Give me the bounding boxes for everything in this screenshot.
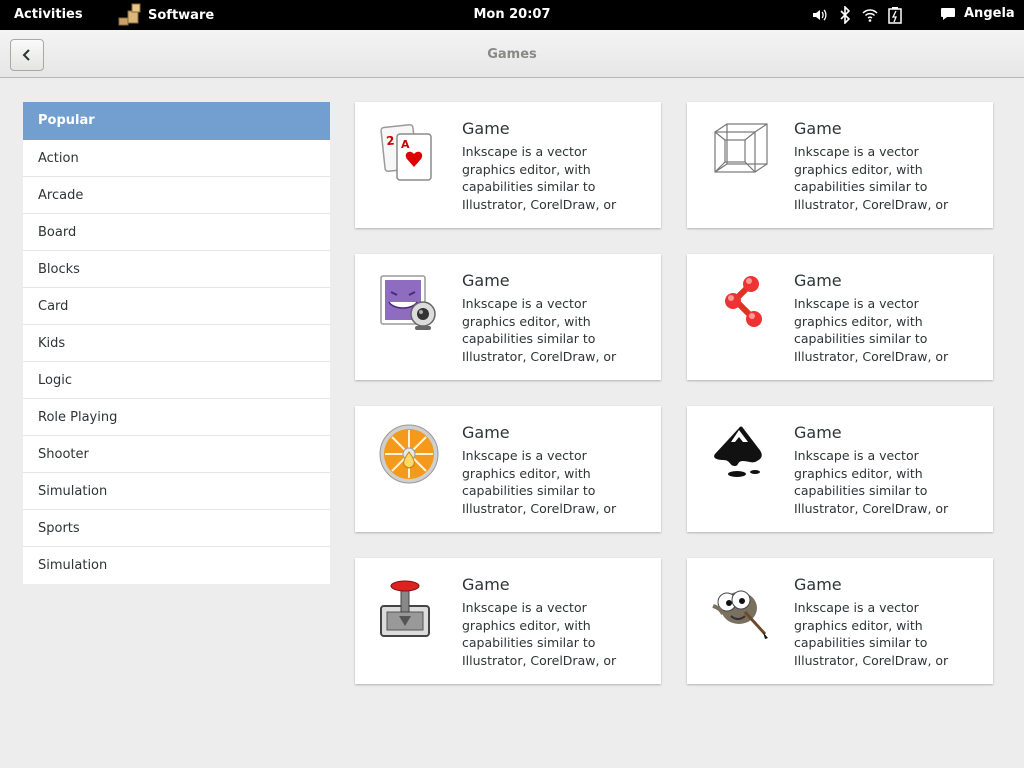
svg-text:2: 2 (385, 133, 395, 148)
inkscape-icon (709, 424, 773, 488)
top-panel: Activities Software Mon 20:07 (0, 0, 1024, 30)
app-name: Game (462, 271, 510, 290)
sidebar-item-simulation-2[interactable]: Simulation (23, 547, 330, 584)
sidebar-item-simulation[interactable]: Simulation (23, 473, 330, 510)
app-description: Inkscape is a vector graphics editor, wi… (794, 143, 974, 213)
sidebar-item-popular[interactable]: Popular (23, 102, 330, 140)
app-name: Game (794, 271, 842, 290)
sidebar-item-kids[interactable]: Kids (23, 325, 330, 362)
app-name: Game (462, 575, 510, 594)
app-tile[interactable]: Game Inkscape is a vector graphics edito… (687, 102, 993, 228)
playing-cards-icon: 2 A (377, 120, 441, 184)
app-description: Inkscape is a vector graphics editor, wi… (794, 447, 974, 517)
gimp-icon (709, 576, 773, 640)
sidebar-item-board[interactable]: Board (23, 214, 330, 251)
app-name: Game (462, 423, 510, 442)
user-name: Angela (964, 6, 1015, 21)
user-menu[interactable]: Angela (940, 6, 1015, 21)
webcam-photo-icon (377, 272, 441, 336)
category-sidebar: Popular Action Arcade Board Blocks Card … (23, 102, 330, 584)
software-app-icon (118, 2, 144, 28)
chat-bubble-icon (940, 7, 956, 21)
molecule-icon (709, 272, 773, 336)
battery-icon (887, 6, 903, 24)
app-description: Inkscape is a vector graphics editor, wi… (462, 143, 642, 213)
app-tile[interactable]: Game Inkscape is a vector graphics edito… (355, 406, 661, 532)
app-tile[interactable]: Game Inkscape is a vector graphics edito… (687, 558, 993, 684)
app-tile[interactable]: Game Inkscape is a vector graphics edito… (355, 254, 661, 380)
sidebar-item-card[interactable]: Card (23, 288, 330, 325)
volume-icon (812, 7, 828, 23)
app-description: Inkscape is a vector graphics editor, wi… (462, 599, 642, 669)
sidebar-item-arcade[interactable]: Arcade (23, 177, 330, 214)
app-menu-label: Software (148, 8, 214, 23)
app-menu[interactable]: Software (118, 2, 214, 28)
app-description: Inkscape is a vector graphics editor, wi… (794, 599, 974, 669)
sidebar-item-logic[interactable]: Logic (23, 362, 330, 399)
joystick-icon (377, 576, 441, 640)
sidebar-item-action[interactable]: Action (23, 140, 330, 177)
app-name: Game (462, 119, 510, 138)
sidebar-item-role-playing[interactable]: Role Playing (23, 399, 330, 436)
svg-text:A: A (401, 138, 410, 151)
app-name: Game (794, 423, 842, 442)
system-status-area[interactable] (812, 6, 903, 24)
page-title: Games (0, 47, 1024, 62)
app-description: Inkscape is a vector graphics editor, wi… (462, 447, 642, 517)
app-tile[interactable]: 2 A Game Inkscape is a vector graphics e… (355, 102, 661, 228)
bluetooth-icon (837, 6, 853, 24)
app-description: Inkscape is a vector graphics editor, wi… (462, 295, 642, 365)
sidebar-item-sports[interactable]: Sports (23, 510, 330, 547)
wireframe-cube-icon (709, 120, 773, 184)
clock[interactable]: Mon 20:07 (473, 7, 550, 22)
wifi-icon (862, 7, 878, 23)
sidebar-item-blocks[interactable]: Blocks (23, 251, 330, 288)
orange-disc-icon (377, 424, 441, 488)
sidebar-item-shooter[interactable]: Shooter (23, 436, 330, 473)
app-tile[interactable]: Game Inkscape is a vector graphics edito… (687, 406, 993, 532)
app-name: Game (794, 575, 842, 594)
app-name: Game (794, 119, 842, 138)
app-description: Inkscape is a vector graphics editor, wi… (794, 295, 974, 365)
app-tile[interactable]: Game Inkscape is a vector graphics edito… (687, 254, 993, 380)
activities-button[interactable]: Activities (14, 7, 83, 22)
header-bar: Games (0, 30, 1024, 78)
app-tile[interactable]: Game Inkscape is a vector graphics edito… (355, 558, 661, 684)
